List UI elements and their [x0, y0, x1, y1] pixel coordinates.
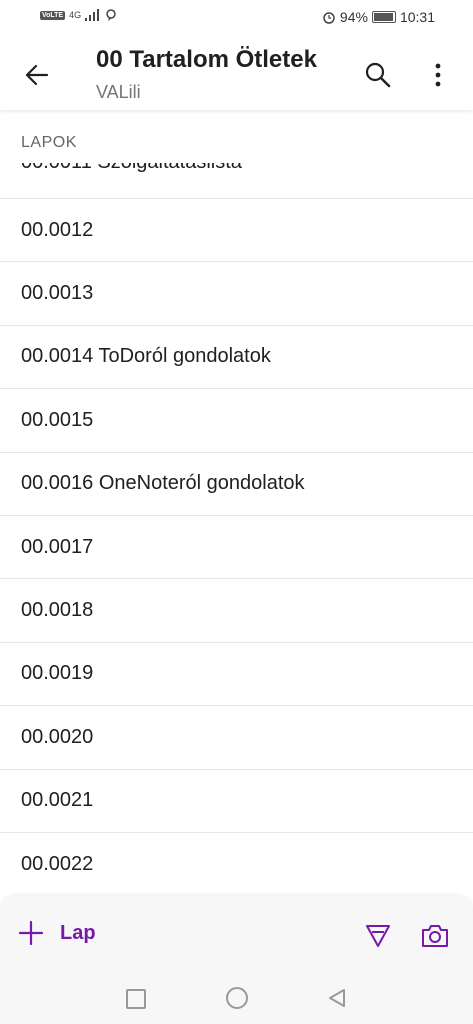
list-item-label: 00.0013	[21, 282, 94, 305]
list-item[interactable]: 00.0020	[0, 705, 473, 768]
page-list: 00.0012 00.0013 00.0014 ToDoról gondolat…	[0, 198, 473, 895]
list-item-label: 00.0020	[21, 725, 94, 748]
circle-icon[interactable]	[226, 987, 248, 1009]
list-item-label: 00.0019	[21, 662, 94, 685]
search-icon[interactable]	[363, 60, 393, 90]
list-item-label: 00.0015	[21, 408, 94, 431]
status-right: 94% 10:31	[322, 9, 435, 25]
add-page-label: Lap	[60, 921, 96, 944]
triangle-back-icon[interactable]	[326, 987, 348, 1009]
list-item-label: 00.0022	[21, 852, 94, 875]
more-vertical-icon[interactable]	[428, 60, 448, 90]
list-item[interactable]: 00.0018	[0, 578, 473, 641]
list-item[interactable]: 00.0014 ToDoról gondolatok	[0, 324, 473, 388]
list-item[interactable]: 00.0016 OneNoteról gondolatok	[0, 451, 473, 515]
list-item[interactable]: 00.0012	[0, 198, 473, 261]
volte-badge: VoLTE	[40, 10, 66, 20]
chat-icon	[106, 9, 116, 21]
list-item[interactable]: 00.0022	[0, 831, 473, 895]
plus-icon	[18, 920, 44, 946]
list-item-label: 00.0016 OneNoteról gondolatok	[21, 472, 305, 495]
battery-icon	[371, 11, 396, 23]
section-label: LAPOK	[21, 134, 77, 151]
status-left: VoLTE 4G	[40, 9, 117, 21]
list-item-label: 00.0018	[21, 599, 94, 622]
app-bar: 00 Tartalom Ötletek VALili	[0, 36, 473, 110]
clock: 10:31	[399, 9, 435, 25]
camera-icon[interactable]	[420, 922, 450, 950]
arrow-left-icon[interactable]	[22, 60, 52, 90]
list-item-partial[interactable]: 00.0011 Szolgáltatáslista	[21, 163, 321, 177]
list-item[interactable]: 00.0017	[0, 514, 473, 578]
notebook-subtitle: VALili	[96, 82, 141, 102]
add-page-button[interactable]: Lap	[18, 920, 96, 946]
alarm-icon	[323, 12, 335, 24]
list-item-label: 00.0017	[21, 535, 94, 558]
pen-icon[interactable]	[364, 922, 392, 950]
signal-icon	[85, 9, 100, 21]
page-title: 00 Tartalom Ötletek	[96, 46, 317, 73]
list-item-label: 00.0014 ToDoról gondolatok	[21, 345, 271, 368]
list-item[interactable]: 00.0015	[0, 388, 473, 451]
square-icon[interactable]	[126, 989, 146, 1009]
network-type: 4G	[69, 10, 82, 20]
system-nav-bar	[0, 972, 473, 1024]
bottom-action-bar: Lap	[0, 896, 473, 972]
list-item-label: 00.0021	[21, 789, 94, 812]
list-item[interactable]: 00.0019	[0, 641, 473, 705]
battery-percent: 94%	[339, 9, 368, 25]
list-item[interactable]: 00.0021	[0, 768, 473, 832]
list-item-label: 00.0011 Szolgáltatáslista	[21, 163, 321, 174]
status-bar: VoLTE 4G 94% 10:31	[0, 0, 473, 36]
list-item[interactable]: 00.0013	[0, 261, 473, 324]
list-item-label: 00.0012	[21, 218, 94, 241]
